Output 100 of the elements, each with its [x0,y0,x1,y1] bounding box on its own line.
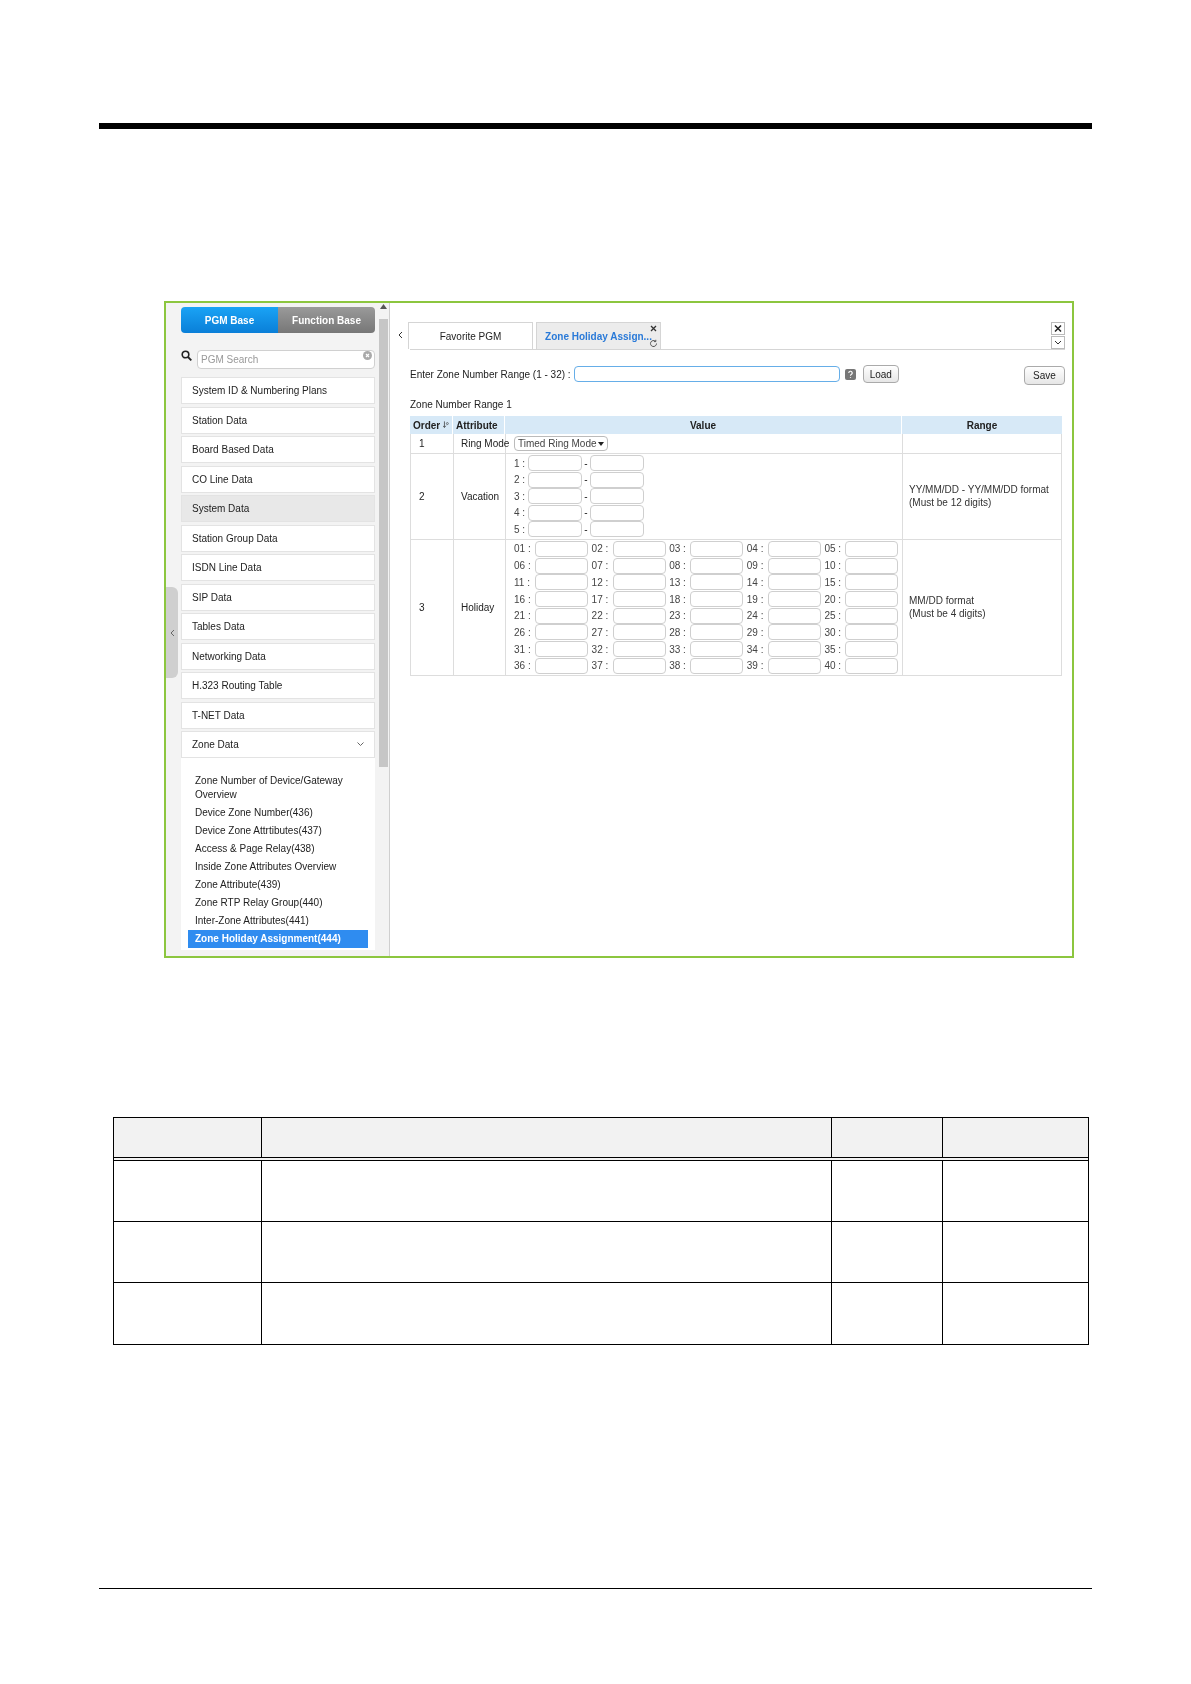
input-field[interactable] [535,641,588,658]
scrollbar-thumb[interactable] [378,319,388,767]
sidebar-item[interactable]: SIP Data [181,583,375,611]
input-field[interactable] [845,641,899,658]
input-field[interactable] [845,624,899,641]
item-label: System Data [192,502,250,516]
input-field[interactable] [528,471,582,488]
input-field[interactable] [528,488,582,505]
mode-tab[interactable]: Function Base [278,307,375,333]
input-field[interactable] [590,471,644,488]
close-icon[interactable] [650,325,657,332]
input-field[interactable] [845,607,899,624]
table-cell-text: Vacation [461,490,500,504]
input-field[interactable] [845,657,899,674]
sidebar-item[interactable]: H.323 Routing Table [181,672,375,699]
input-field[interactable] [690,657,744,674]
input-field[interactable] [535,591,588,608]
tab[interactable]: Zone Holiday Assign... [536,322,661,349]
input-field[interactable] [535,657,588,674]
save-button[interactable]: Save [1024,366,1065,385]
input-field[interactable] [612,591,666,608]
input-field[interactable] [690,641,744,658]
submenu-item[interactable]: Zone RTP Relay Group(440) [188,893,368,912]
sidebar-item[interactable]: T-NET Data [181,701,375,729]
input-field[interactable] [690,574,744,591]
item-label: Zone Data [192,738,239,752]
input-field[interactable] [690,591,744,608]
load-button[interactable]: Load [862,365,899,383]
sidebar-item[interactable]: Networking Data [181,642,375,670]
range-input[interactable] [573,366,840,382]
submenu-item[interactable]: Zone Number of Device/Gateway Overview [188,771,360,804]
table-cell-text: Holiday [461,600,495,615]
chevron-down-icon[interactable] [1051,336,1065,349]
sidebar-item[interactable]: Zone Data [181,731,375,758]
table-cell-text: 3 [419,600,425,615]
close-icon[interactable] [1051,322,1065,335]
input-field[interactable] [535,574,588,591]
sort-icon[interactable] [443,420,449,430]
sidebar-item[interactable]: System ID & Numbering Plans [181,377,375,404]
input-field[interactable] [612,641,666,658]
input-field[interactable] [845,591,899,608]
chevron-left-icon[interactable] [398,331,403,339]
input-field[interactable] [612,557,666,574]
item-label: Station Group Data [192,531,278,546]
input-field[interactable] [767,574,821,591]
submenu-item[interactable]: Access & Page Relay(438) [188,839,368,858]
sidebar-item[interactable]: Station Data [181,406,375,434]
input-field[interactable] [767,641,821,658]
input-field[interactable] [767,607,821,624]
input-field[interactable] [612,540,666,557]
input-field[interactable] [767,624,821,641]
input-field[interactable] [535,540,588,557]
input-field[interactable] [690,607,744,624]
help-icon[interactable] [844,368,856,380]
input-field[interactable] [535,624,588,641]
submenu-item[interactable]: Device Zone Attrtibutes(437) [188,821,368,840]
input-field[interactable] [845,574,899,591]
input-field[interactable] [528,521,582,538]
scroll-up-icon[interactable] [379,304,387,309]
input-field[interactable] [612,657,666,674]
input-field[interactable] [845,540,899,557]
submenu-item[interactable]: Inside Zone Attributes Overview [188,857,368,876]
sidebar-item[interactable]: Station Group Data [181,524,375,552]
input-field[interactable] [612,624,666,641]
submenu-item[interactable]: Device Zone Number(436) [188,803,368,822]
submenu-item[interactable]: Inter-Zone Attributes(441) [188,911,368,930]
tab[interactable]: Favorite PGM [408,322,533,349]
input-field[interactable] [767,540,821,557]
input-field[interactable] [845,557,899,574]
input-field[interactable] [590,504,644,521]
input-field[interactable] [612,574,666,591]
input-field[interactable] [690,557,744,574]
input-field[interactable] [690,624,744,641]
submenu-item[interactable]: Zone Attribute(439) [188,875,368,894]
clear-icon[interactable] [363,351,372,360]
input-field[interactable] [590,488,644,505]
input-field[interactable] [535,557,588,574]
input-field[interactable] [767,591,821,608]
input-field[interactable] [528,455,582,471]
collapse-handle[interactable] [166,587,178,678]
input-field[interactable] [535,607,588,624]
table-cell-text: 1 [419,437,425,451]
input-field[interactable] [590,521,644,538]
input-field[interactable] [767,557,821,574]
input-field[interactable] [690,540,744,557]
sidebar-item[interactable]: Tables Data [181,613,375,640]
sidebar-item[interactable]: ISDN Line Data [181,554,375,581]
input-field[interactable] [612,607,666,624]
slot-label: 14 : [746,575,765,590]
input-field[interactable] [590,455,644,471]
sidebar-item[interactable]: System Data [181,495,375,522]
input-field[interactable] [767,657,821,674]
search-field[interactable]: PGM Search [197,350,375,369]
slot-label: 12 : [591,575,610,590]
ring-mode-dropdown[interactable]: Timed Ring Mode [514,436,608,451]
item-label: Board Based Data [192,443,274,457]
sidebar-item[interactable]: CO Line Data [181,465,375,493]
input-field[interactable] [528,504,582,521]
slot-label: 03 : [669,542,687,557]
sidebar-item[interactable]: Board Based Data [181,436,375,463]
